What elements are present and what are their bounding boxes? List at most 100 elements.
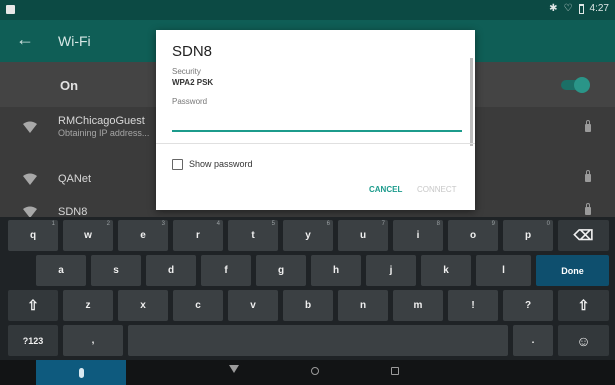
cancel-button[interactable]: CANCEL [369,185,402,194]
key-label: ? [524,300,532,311]
show-password-checkbox[interactable] [172,159,183,170]
soft-keyboard: q1 w2 e3 r4 t5 y6 u7 i8 o9 p0 ⌫ a s d f … [0,217,615,360]
wifi-toggle-switch[interactable] [561,77,590,93]
wifi-on-label: On [60,78,79,93]
key-b[interactable]: b [283,290,333,321]
network-name: QANet [58,173,92,185]
password-input[interactable] [172,114,462,132]
key-e[interactable]: e3 [118,220,168,251]
key-hint: 2 [106,221,110,227]
status-bar: ✱ ♡ 4:27 [0,0,615,20]
key-label: w [84,230,92,241]
key-label: c [195,300,201,311]
key-p[interactable]: p0 [503,220,553,251]
wifi-signal-icon [23,172,37,185]
key-i[interactable]: i8 [393,220,443,251]
key-label: h [332,265,340,276]
key-u[interactable]: u7 [338,220,388,251]
emoji-key[interactable]: ☺ [558,325,609,356]
dialog-divider [156,143,475,144]
key-k[interactable]: k [421,255,471,286]
key-label: o [469,230,477,241]
key-hint: 4 [216,221,220,227]
wifi-connect-dialog: SDN8 Security WPA2 PSK Password Show pas… [156,30,475,210]
done-key[interactable]: Done [536,255,609,286]
backspace-icon: ⌫ [573,227,594,243]
key-j[interactable]: j [366,255,416,286]
dialog-scrollbar[interactable] [470,58,473,146]
key-d[interactable]: d [146,255,196,286]
key-label: g [277,265,285,276]
backspace-key[interactable]: ⌫ [558,220,609,251]
done-label: Done [561,265,584,276]
battery-icon [578,3,584,14]
key-c[interactable]: c [173,290,223,321]
wifi-status-icon: ♡ [563,3,573,14]
key-period[interactable]: . [513,325,553,356]
key-comma[interactable]: , [63,325,123,356]
key-label: s [113,265,119,276]
key-label: ! [471,300,475,311]
nav-back-icon[interactable] [229,365,239,373]
key-hint: 9 [491,221,495,227]
lock-icon [585,203,591,215]
nav-recents-icon[interactable] [391,367,399,375]
key-label: n [359,300,367,311]
wifi-signal-icon [23,120,37,133]
notification-icon [6,5,15,14]
key-label: m [413,300,423,311]
nav-home-icon[interactable] [311,367,319,375]
key-q[interactable]: q1 [8,220,58,251]
key-label: q [29,230,37,241]
symbols-key[interactable]: ?123 [8,325,58,356]
key-o[interactable]: o9 [448,220,498,251]
key-hint: 5 [271,221,275,227]
key-label: p [524,230,532,241]
key-t[interactable]: t5 [228,220,278,251]
space-key[interactable] [128,325,508,356]
network-status: Obtaining IP address... [58,128,150,138]
connect-button[interactable]: CONNECT [417,185,457,194]
key-f[interactable]: f [201,255,251,286]
key-n[interactable]: n [338,290,388,321]
key-x[interactable]: x [118,290,168,321]
key-w[interactable]: w2 [63,220,113,251]
key-g[interactable]: g [256,255,306,286]
key-label: i [416,230,420,241]
dialog-title: SDN8 [172,43,213,60]
bluetooth-icon: ✱ [549,3,558,14]
key-y[interactable]: y6 [283,220,333,251]
key-label: t [251,230,255,241]
key-a[interactable]: a [36,255,86,286]
symbols-label: ?123 [22,335,44,346]
key-r[interactable]: r4 [173,220,223,251]
key-question[interactable]: ? [503,290,553,321]
lock-icon [585,120,591,132]
security-value: WPA2 PSK [172,78,214,87]
key-v[interactable]: v [228,290,278,321]
key-z[interactable]: z [63,290,113,321]
microphone-icon [78,367,84,378]
key-hint: 8 [436,221,440,227]
key-s[interactable]: s [91,255,141,286]
key-exclamation[interactable]: ! [448,290,498,321]
key-hint: 7 [381,221,385,227]
key-label: b [304,300,312,311]
voice-input-button[interactable] [36,360,126,385]
back-arrow-icon[interactable]: ← [16,29,34,50]
show-password-label[interactable]: Show password [189,159,253,169]
clock: 4:27 [589,3,609,14]
key-hint: 6 [326,221,330,227]
key-h[interactable]: h [311,255,361,286]
key-label: x [140,300,146,311]
lock-icon [585,170,591,182]
key-m[interactable]: m [393,290,443,321]
key-label: r [196,230,200,241]
key-label: f [224,265,228,276]
key-label: j [389,265,393,276]
key-l[interactable]: l [476,255,531,286]
shift-icon: ⇧ [577,297,590,313]
key-label: l [502,265,505,276]
shift-key-left[interactable]: ⇧ [8,290,58,321]
shift-key-right[interactable]: ⇧ [558,290,609,321]
